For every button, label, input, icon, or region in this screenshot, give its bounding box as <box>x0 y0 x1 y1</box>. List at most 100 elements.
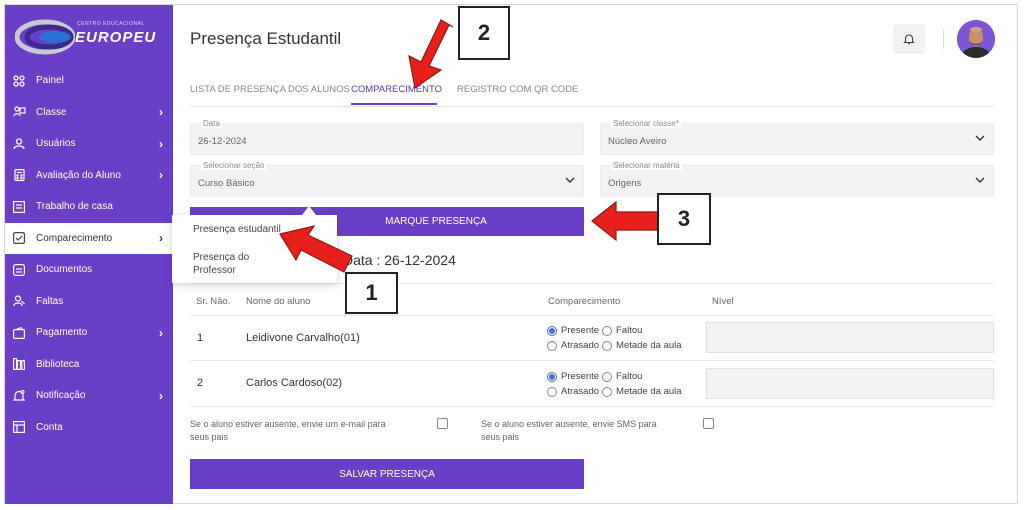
sidebar-item-label: Usuários <box>36 138 76 150</box>
tab-registro-qr[interactable]: REGISTRO COM QR CODE <box>457 84 578 95</box>
homework-icon <box>12 200 26 214</box>
column-header-level: Nível <box>712 296 734 307</box>
annotation-arrow-3 <box>591 200 659 242</box>
annotation-label-1: 1 <box>345 272 398 314</box>
sidebar-item-classe[interactable]: Classe › <box>5 97 173 129</box>
avatar[interactable] <box>957 20 995 58</box>
row-1-sr: 1 <box>197 332 204 344</box>
radio-button <box>602 371 613 382</box>
column-header-name: Nome do aluno <box>246 296 311 307</box>
chevron-down-icon <box>975 135 985 141</box>
sidebar: centro educacional EUROPEU Painel Classe… <box>5 5 173 504</box>
annotation-label-2: 2 <box>458 6 510 60</box>
sidebar-item-label: Faltas <box>36 295 64 307</box>
sidebar-item-comparecimento[interactable]: Comparecimento › <box>5 222 173 254</box>
chevron-down-icon <box>975 177 985 183</box>
sidebar-item-label: Notificação <box>36 390 86 402</box>
radio-atrasado[interactable]: Atrasado <box>547 386 599 397</box>
row-2-level-input[interactable] <box>706 368 994 399</box>
notification-icon <box>12 389 26 403</box>
brand-name: EUROPEU <box>75 29 157 46</box>
radio-presente[interactable]: Presente <box>547 325 599 336</box>
table-top-border <box>190 283 994 284</box>
class-select[interactable]: Selecionar classe* Núcleo Aveiro <box>600 119 994 155</box>
subject-select-value: Origens <box>608 178 642 189</box>
email-parents-checkbox[interactable] <box>437 418 448 429</box>
class-select-value: Núcleo Aveiro <box>608 136 667 147</box>
row-1-level-input[interactable] <box>706 322 994 353</box>
sidebar-item-label: Avaliação do Aluno <box>36 169 121 181</box>
annotation-arrow-2 <box>408 19 454 90</box>
bell-icon <box>903 34 915 45</box>
sidebar-item-label: Conta <box>36 421 63 433</box>
section-select[interactable]: Selecionar seção Curso Básico <box>190 161 584 197</box>
radio-presente[interactable]: Presente <box>547 371 599 382</box>
radio-button <box>547 340 557 351</box>
sms-parents-text: Se o aluno estiver ausente, envie SMS pa… <box>481 419 657 442</box>
sidebar-item-label: Biblioteca <box>36 358 80 370</box>
date-field[interactable]: Data 26-12-2024 <box>190 119 584 155</box>
column-header-sr: Sr. Nǎo. <box>196 296 231 307</box>
sidebar-item-notificacao[interactable]: Notificação › <box>5 380 173 412</box>
sidebar-item-avaliacao[interactable]: Avaliação do Aluno › <box>5 160 173 192</box>
email-parents-text: Se o aluno estiver ausente, envie um e-m… <box>190 419 386 442</box>
radio-metade[interactable]: Metade da aula <box>602 386 682 397</box>
attendance-date-heading: Data : 26-12-2024 <box>343 252 456 268</box>
calculator-icon <box>12 168 26 182</box>
radio-button <box>602 325 613 336</box>
chevron-right-icon: › <box>159 388 163 403</box>
sidebar-item-trabalho[interactable]: Trabalho de casa <box>5 191 173 223</box>
date-field-label: Data <box>201 119 222 128</box>
page-title: Presença Estudantil <box>190 29 342 48</box>
row-2-attendance-options: Presente Faltou Atrasado Metade da aula <box>547 369 685 399</box>
chevron-right-icon: › <box>159 105 163 120</box>
row-2-name: Carlos Cardoso(02) <box>246 377 342 389</box>
account-icon <box>12 420 26 434</box>
sidebar-item-pagamento[interactable]: Pagamento › <box>5 317 173 349</box>
sidebar-item-label: Pagamento <box>36 327 88 339</box>
radio-faltou[interactable]: Faltou <box>602 371 642 382</box>
subject-select-label: Selecionar matéria <box>611 161 682 170</box>
radio-metade[interactable]: Metade da aula <box>602 340 682 351</box>
library-icon <box>12 357 26 371</box>
save-attendance-button[interactable]: SALVAR PRESENÇA <box>190 459 584 489</box>
sms-parents-checkbox[interactable] <box>703 418 714 429</box>
sidebar-item-label: Classe <box>36 106 67 118</box>
sidebar-item-faltas[interactable]: Faltas <box>5 286 173 318</box>
user-avatar-icon <box>957 20 995 58</box>
tab-lista-presenca[interactable]: LISTA DE PRESENÇA DOS ALUNOS <box>190 84 350 95</box>
sidebar-item-biblioteca[interactable]: Biblioteca <box>5 349 173 381</box>
absence-icon <box>12 294 26 308</box>
radio-atrasado[interactable]: Atrasado <box>547 340 599 351</box>
notification-button[interactable] <box>893 24 925 54</box>
brand-logo[interactable]: centro educacional EUROPEU <box>13 15 163 59</box>
class-icon <box>12 105 26 119</box>
sidebar-item-label: Trabalho de casa <box>36 201 113 213</box>
annotation-label-3: 3 <box>657 193 711 245</box>
user-icon <box>12 137 26 151</box>
annotation-arrow-1 <box>279 225 353 273</box>
table-row-border <box>190 360 994 361</box>
sidebar-item-usuarios[interactable]: Usuários › <box>5 128 173 160</box>
payment-icon <box>12 326 26 340</box>
header-divider <box>943 29 944 49</box>
sidebar-item-label: Documentos <box>36 264 93 276</box>
sidebar-menu: Painel Classe › Usuários › Avaliação do … <box>5 65 173 443</box>
section-select-label: Selecionar seção <box>201 161 267 170</box>
sidebar-item-painel[interactable]: Painel <box>5 65 173 97</box>
class-select-label: Selecionar classe* <box>611 119 681 128</box>
sidebar-item-documentos[interactable]: Documentos <box>5 254 173 286</box>
chevron-right-icon: › <box>159 325 163 340</box>
sidebar-item-label: Painel <box>36 75 64 87</box>
tabs-divider <box>190 106 994 107</box>
chevron-down-icon <box>565 177 575 183</box>
column-header-attendance: Comparecimento <box>548 296 621 307</box>
checkbox-icon <box>12 231 26 245</box>
radio-button-checked <box>547 325 557 336</box>
date-field-value: 26-12-2024 <box>198 136 247 147</box>
radio-button-checked <box>547 371 557 382</box>
row-1-name: Leidivone Carvalho(01) <box>246 332 360 344</box>
dashboard-icon <box>12 74 26 88</box>
sidebar-item-conta[interactable]: Conta <box>5 412 173 444</box>
radio-faltou[interactable]: Faltou <box>602 325 642 336</box>
